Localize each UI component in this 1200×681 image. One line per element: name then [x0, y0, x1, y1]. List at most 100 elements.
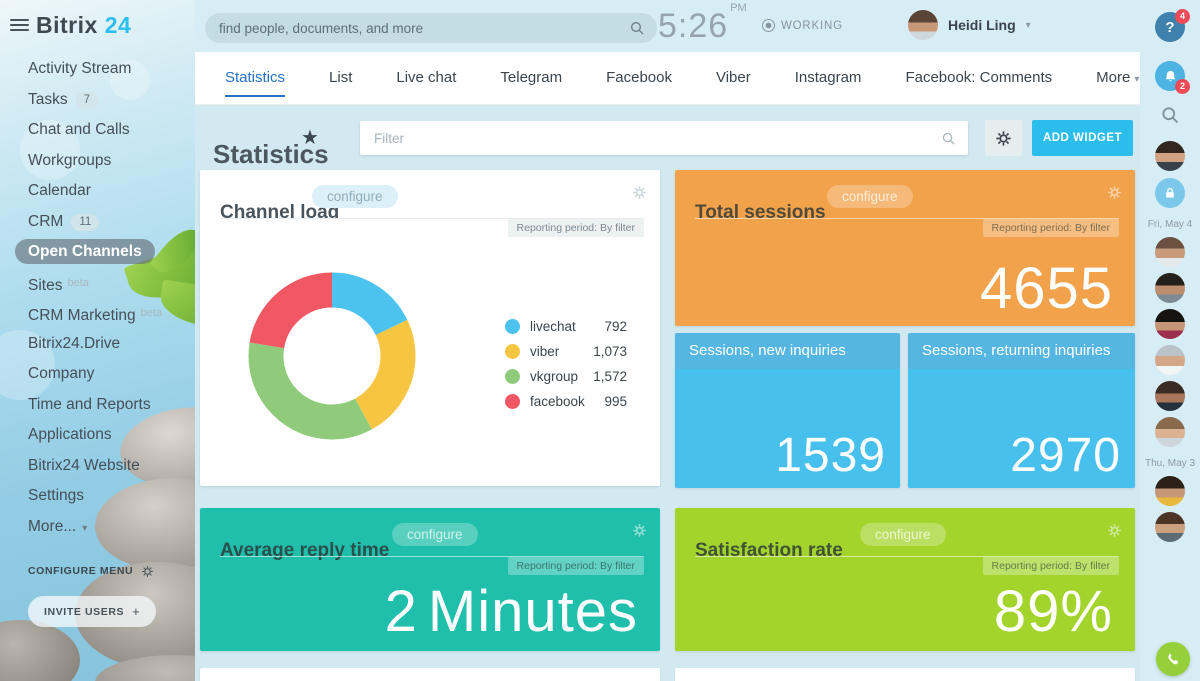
stone-decoration — [0, 620, 80, 681]
help-button[interactable]: ? 4 — [1155, 12, 1185, 42]
favorite-star-icon[interactable]: ★ — [301, 125, 319, 150]
avatar[interactable] — [1155, 237, 1185, 267]
sidebar-item-time-and-reports[interactable]: Time and Reports — [0, 390, 195, 421]
tab-facebook[interactable]: Facebook — [584, 52, 694, 104]
search-icon[interactable] — [941, 131, 956, 146]
user-name: Heidi Ling — [948, 17, 1016, 33]
avatar[interactable] — [1155, 345, 1185, 375]
status-label: WORKING — [781, 20, 843, 32]
sidebar-item-label: Chat and Calls — [28, 121, 130, 138]
sidebar-item-crm[interactable]: CRM11 — [0, 207, 195, 238]
sidebar-item-crm-marketing[interactable]: CRM Marketingbeta — [0, 298, 195, 329]
filter-bar[interactable] — [360, 121, 968, 155]
invite-users-button[interactable]: INVITE USERS + — [28, 596, 156, 627]
widget-title: Total sessions — [695, 202, 826, 224]
sidebar-item-open-channels[interactable]: Open Channels — [0, 237, 195, 268]
sidebar-item-bitrix24-drive[interactable]: Bitrix24.Drive — [0, 329, 195, 360]
configure-button[interactable]: configure — [827, 185, 913, 208]
tab-label: Facebook — [606, 69, 672, 86]
sidebar-item-more[interactable]: More...▾ — [0, 512, 195, 543]
tab-live-chat[interactable]: Live chat — [374, 52, 478, 104]
main-content: StatisticsList Live chat Telegram Facebook V… — [195, 52, 1140, 681]
reporting-period-tag: Reporting period: By filter — [508, 557, 644, 575]
widget-average-reply-time: Average reply time configure Reporting p… — [200, 508, 660, 651]
tab-statistics[interactable]: Statistics — [203, 52, 307, 104]
configure-button[interactable]: configure — [312, 185, 398, 208]
tab-label: Facebook: Comments — [905, 69, 1052, 86]
lock-button[interactable] — [1155, 178, 1185, 208]
user-menu[interactable]: Heidi Ling ▾ — [908, 10, 1031, 40]
filter-input[interactable] — [372, 130, 941, 147]
total-sessions-value: 4655 — [980, 260, 1113, 318]
search-icon[interactable] — [629, 20, 645, 36]
avatar[interactable] — [1155, 381, 1185, 411]
widget-satisfaction-rate: Satisfaction rate configure Reporting pe… — [675, 508, 1135, 651]
menu-hamburger-icon[interactable] — [10, 19, 29, 34]
sidebar-item-label: Activity Stream — [28, 60, 131, 77]
notifications-button[interactable]: 2 — [1155, 61, 1185, 91]
user-avatar[interactable] — [908, 10, 938, 40]
legend-row-livechat: livechat792 — [505, 314, 627, 339]
sidebar-footer: CONFIGURE MENU INVITE USERS + — [0, 560, 195, 627]
phone-call-button[interactable] — [1156, 642, 1190, 676]
sidebar-item-label: Workgroups — [28, 152, 111, 169]
configure-button[interactable]: configure — [392, 523, 478, 546]
avatar[interactable] — [1155, 141, 1185, 171]
sidebar-item-sites[interactable]: Sitesbeta — [0, 268, 195, 299]
legend-value: 792 — [604, 319, 627, 334]
search-icon[interactable] — [1160, 105, 1180, 125]
configure-button[interactable]: configure — [860, 523, 946, 546]
configure-menu-label: CONFIGURE MENU — [28, 565, 133, 577]
sidebar-item-applications[interactable]: Applications — [0, 420, 195, 451]
sidebar-item-label: More... — [28, 518, 76, 535]
sidebar-item-label: Settings — [28, 487, 84, 504]
working-status[interactable]: WORKING — [762, 19, 843, 32]
rail-avatar-group — [1155, 476, 1185, 542]
legend-value: 1,572 — [593, 369, 627, 384]
chevron-down-icon: ▾ — [1134, 74, 1139, 85]
global-search-input[interactable] — [217, 20, 629, 37]
tab-facebook-comments[interactable]: Facebook: Comments — [883, 52, 1074, 104]
legend-dot — [505, 319, 520, 334]
bitrix24-logo[interactable]: Bitrix 24 — [36, 12, 131, 39]
avatar[interactable] — [1155, 273, 1185, 303]
add-widget-button[interactable]: ADD WIDGET — [1032, 120, 1133, 156]
sidebar-item-activity-stream[interactable]: Activity Stream — [0, 54, 195, 85]
gear-icon[interactable] — [1107, 185, 1122, 200]
sidebar-item-label: Time and Reports — [28, 396, 151, 413]
global-search-bar[interactable] — [205, 13, 657, 43]
tab-viber[interactable]: Viber — [694, 52, 773, 104]
tab-list[interactable]: List — [307, 52, 374, 104]
gear-icon[interactable] — [632, 185, 647, 200]
tab-instagram[interactable]: Instagram — [773, 52, 884, 104]
gear-icon[interactable] — [632, 523, 647, 538]
logo-text-primary: Bitrix — [36, 12, 98, 38]
sidebar-item-settings[interactable]: Settings — [0, 481, 195, 512]
configure-menu-button[interactable]: CONFIGURE MENU — [0, 560, 195, 582]
avatar[interactable] — [1155, 476, 1185, 506]
avatar[interactable] — [1155, 417, 1185, 447]
tab-more[interactable]: More▾ — [1074, 52, 1140, 104]
sidebar-item-chat-and-calls[interactable]: Chat and Calls — [0, 115, 195, 146]
sidebar-item-tasks[interactable]: Tasks7 — [0, 85, 195, 116]
tab-telegram[interactable]: Telegram — [478, 52, 584, 104]
tab-label: Viber — [716, 69, 751, 86]
tab-label: Live chat — [396, 69, 456, 86]
sidebar-item-company[interactable]: Company — [0, 359, 195, 390]
legend-label: facebook — [530, 394, 604, 409]
filter-settings-button[interactable] — [985, 120, 1022, 156]
sidebar-item-bitrix24-website[interactable]: Bitrix24 Website — [0, 451, 195, 482]
reporting-period-tag: Reporting period: By filter — [983, 219, 1119, 237]
avatar[interactable] — [1155, 512, 1185, 542]
sidebar-item-workgroups[interactable]: Workgroups — [0, 146, 195, 177]
work-clock[interactable]: 5:26PM — [658, 7, 745, 46]
avatar[interactable] — [1155, 309, 1185, 339]
gear-icon — [141, 565, 154, 578]
legend-label: livechat — [530, 319, 604, 334]
status-dot-icon — [762, 19, 775, 32]
widget-total-sessions: Total sessions configure Reporting perio… — [675, 170, 1135, 326]
rail-date-label: Fri, May 4 — [1148, 219, 1192, 230]
sidebar-item-label: Open Channels — [15, 239, 155, 264]
gear-icon[interactable] — [1107, 523, 1122, 538]
sidebar-item-calendar[interactable]: Calendar — [0, 176, 195, 207]
